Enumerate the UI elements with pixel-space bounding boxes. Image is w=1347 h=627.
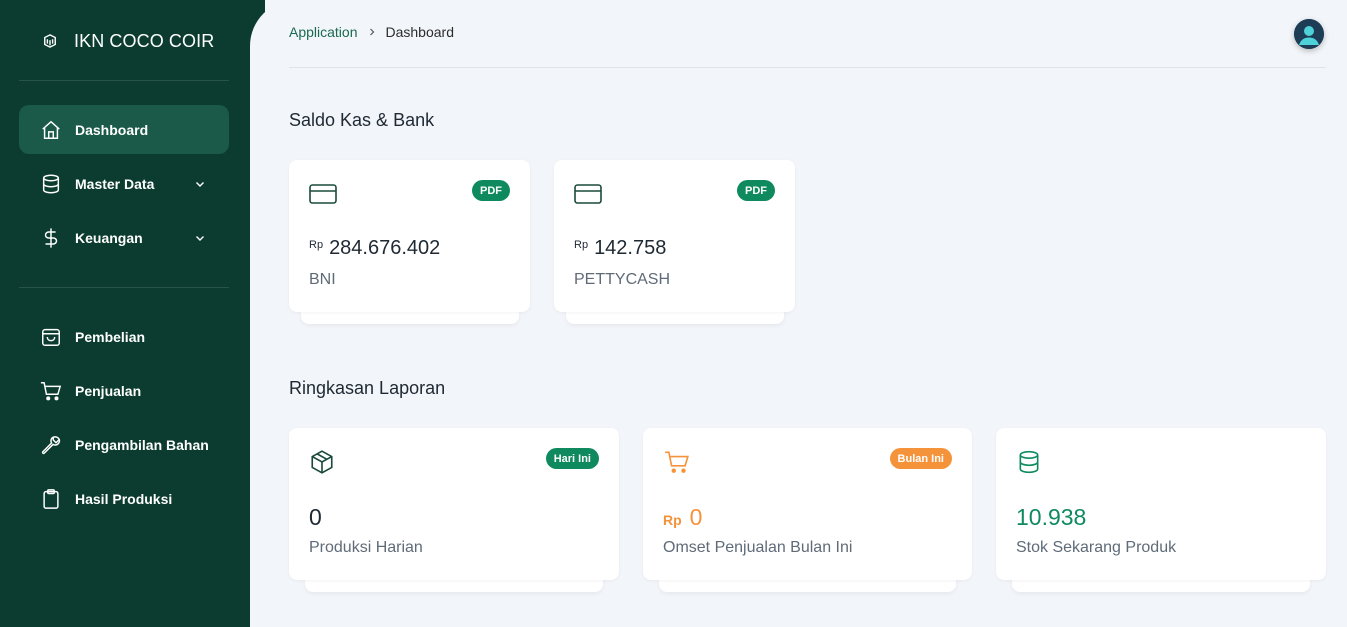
saldo-card-bni: PDF Rp 284.676.402 BNI <box>289 160 530 312</box>
sidebar-item-label: Hasil Produksi <box>75 490 173 507</box>
summary-label: Stok Sekarang Produk <box>1016 539 1177 556</box>
user-avatar[interactable] <box>1294 19 1324 49</box>
home-icon <box>39 118 63 142</box>
pdf-button[interactable]: PDF <box>737 180 775 201</box>
cube-logo-icon <box>42 33 58 49</box>
sidebar-item-label: Keuangan <box>75 229 143 246</box>
saldo-card-pettycash: PDF Rp 142.758 PETTYCASH <box>554 160 795 312</box>
currency-label: Rp <box>309 239 324 251</box>
currency-label: Rp <box>574 239 589 251</box>
summary-card-omset: Bulan Ini Rp 0 Omset Penjualan Bulan Ini <box>643 428 972 580</box>
badge-bulan-ini: Bulan Ini <box>889 448 952 469</box>
main-content: Application Dashboard Saldo Kas & Bank P… <box>250 0 1347 627</box>
section-title-ringkasan: Ringkasan Laporan <box>289 378 446 398</box>
database-icon <box>39 172 63 196</box>
sidebar: IKN COCO COIR Dashboard Master Data Keua… <box>0 0 265 627</box>
badge-hari-ini: Hari Ini <box>545 448 599 469</box>
summary-label: Produksi Harian <box>309 539 423 556</box>
brand-name: IKN COCO COIR <box>74 30 215 51</box>
summary-number: 0 <box>309 504 322 530</box>
currency-label: Rp <box>663 512 682 528</box>
sidebar-item-dashboard[interactable]: Dashboard <box>19 105 229 154</box>
shopping-bag-icon <box>39 325 63 349</box>
header-divider <box>289 67 1326 68</box>
box-icon <box>309 448 337 476</box>
saldo-amount: Rp 284.676.402 <box>309 237 440 260</box>
sidebar-item-label: Pengambilan Bahan <box>75 436 209 453</box>
amount-value: 142.758 <box>594 237 667 259</box>
summary-card-produksi-harian: Hari Ini 0 Produksi Harian <box>289 428 619 580</box>
chevron-right-icon <box>367 27 377 37</box>
summary-label: Omset Penjualan Bulan Ini <box>663 539 853 556</box>
credit-card-icon <box>574 180 602 208</box>
saldo-amount: Rp 142.758 <box>574 237 666 260</box>
section-title-saldo: Saldo Kas & Bank <box>289 110 435 130</box>
sidebar-item-pengambilan-bahan[interactable]: Pengambilan Bahan <box>19 420 229 469</box>
sidebar-item-pembelian[interactable]: Pembelian <box>19 312 229 361</box>
dollar-icon <box>39 226 63 250</box>
credit-card-icon <box>309 180 337 208</box>
chevron-down-icon <box>193 177 207 191</box>
chevron-down-icon <box>193 231 207 245</box>
breadcrumb-current: Dashboard <box>385 24 455 40</box>
sidebar-divider <box>19 80 229 81</box>
sidebar-item-hasil-produksi[interactable]: Hasil Produksi <box>19 474 229 523</box>
sidebar-divider <box>19 287 229 288</box>
sidebar-item-label: Master Data <box>75 175 155 192</box>
summary-card-stok: 10.938 Stok Sekarang Produk <box>996 428 1326 580</box>
main-inner: Application Dashboard Saldo Kas & Bank P… <box>265 0 1347 627</box>
brand[interactable]: IKN COCO COIR <box>0 0 250 82</box>
database-icon <box>1016 448 1044 476</box>
clipboard-icon <box>39 487 63 511</box>
summary-value: Rp 0 <box>663 504 702 531</box>
pdf-button[interactable]: PDF <box>472 180 510 201</box>
summary-number: 0 <box>689 504 703 530</box>
sidebar-item-master-data[interactable]: Master Data <box>19 159 229 208</box>
cart-icon <box>663 448 691 476</box>
summary-number: 10.938 <box>1016 504 1087 530</box>
cart-icon <box>39 379 63 403</box>
breadcrumb-root-link[interactable]: Application <box>289 24 358 40</box>
sidebar-item-keuangan[interactable]: Keuangan <box>19 213 229 262</box>
account-name: BNI <box>309 271 336 288</box>
sidebar-item-penjualan[interactable]: Penjualan <box>19 366 229 415</box>
summary-value: 10.938 <box>1016 504 1086 531</box>
breadcrumb: Application Dashboard <box>289 24 454 40</box>
account-name: PETTYCASH <box>574 271 671 288</box>
sidebar-item-label: Penjualan <box>75 382 142 399</box>
sidebar-item-label: Dashboard <box>75 121 149 138</box>
summary-value: 0 <box>309 504 322 531</box>
amount-value: 284.676.402 <box>329 237 441 259</box>
wrench-icon <box>39 433 63 457</box>
sidebar-item-label: Pembelian <box>75 328 146 345</box>
